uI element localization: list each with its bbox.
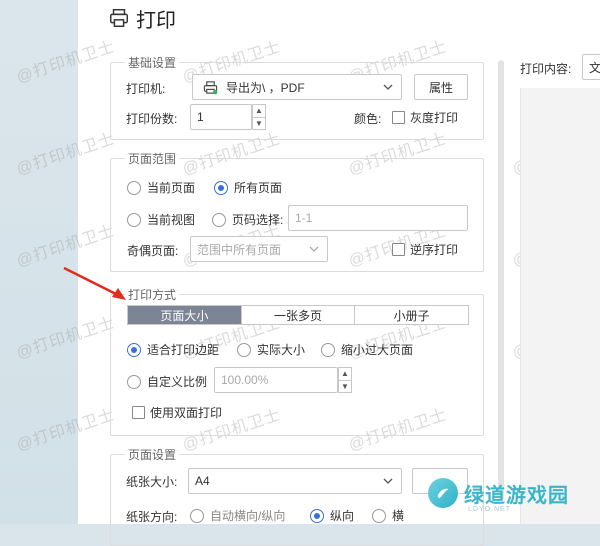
radio-dot[interactable]: [190, 508, 204, 523]
checkbox-box[interactable]: [132, 406, 145, 419]
radio-label: 横: [392, 509, 405, 523]
radio-dot-selected[interactable]: [127, 342, 141, 357]
radio-label: 自定义比例: [147, 375, 208, 389]
radio-auto-orient[interactable]: 自动横向/纵向: [190, 507, 285, 524]
settings-scrollbar[interactable]: [498, 60, 504, 500]
radio-actual-size[interactable]: 实际大小: [237, 341, 305, 358]
radio-all-pages[interactable]: 所有页面: [214, 179, 282, 196]
background-strip: [0, 0, 78, 524]
radio-label: 所有页面: [234, 181, 283, 195]
site-logo: 绿道游戏园 LDYO.NET: [428, 478, 569, 513]
copies-input[interactable]: 1: [190, 104, 252, 130]
radio-dot[interactable]: [127, 180, 141, 195]
paper-size-select[interactable]: A4: [188, 468, 402, 494]
copies-label: 打印份数:: [126, 112, 178, 126]
tab-booklet[interactable]: 小册子: [354, 306, 469, 324]
radio-landscape[interactable]: 横: [372, 507, 404, 524]
radio-dot[interactable]: [321, 342, 335, 357]
grayscale-checkbox[interactable]: 灰度打印: [392, 109, 458, 126]
properties-button[interactable]: 属性: [414, 74, 468, 100]
paper-size-value: A4: [195, 474, 210, 488]
page-select-placeholder: 1-1: [295, 211, 313, 225]
radio-label: 纵向: [330, 509, 355, 523]
tab-page-size[interactable]: 页面大小: [128, 306, 241, 324]
printer-device-icon: [203, 80, 218, 94]
radio-dot-selected[interactable]: [214, 180, 228, 195]
radio-page-select[interactable]: 页码选择:: [212, 211, 283, 228]
odd-even-value: 范围中所有页面: [197, 242, 282, 257]
checkbox-box[interactable]: [392, 111, 405, 124]
radio-current-page[interactable]: 当前页面: [127, 179, 195, 196]
print-content-value: 文: [589, 60, 600, 75]
radio-portrait[interactable]: 纵向: [310, 507, 354, 524]
printer-select[interactable]: 导出为\ ，PDF: [192, 74, 402, 100]
radio-label: 当前页面: [147, 181, 196, 195]
page-range-legend: 页面范围: [128, 152, 177, 166]
annotation-arrow-icon: [63, 266, 126, 300]
stepper-down-icon[interactable]: ▼: [339, 381, 351, 393]
print-mode-legend: 打印方式: [128, 288, 177, 302]
radio-custom-scale[interactable]: 自定义比例: [127, 373, 207, 390]
logo-name: 绿道游戏园: [464, 484, 569, 507]
radio-dot[interactable]: [212, 212, 226, 227]
chevron-down-icon: [309, 246, 319, 252]
printer-icon: [110, 9, 128, 27]
radio-label: 实际大小: [257, 343, 306, 357]
radio-label: 缩小过大页面: [341, 343, 414, 357]
dialog-title-text: 打印: [136, 9, 176, 32]
checkbox-box[interactable]: [392, 243, 405, 256]
print-content-label: 打印内容:: [520, 62, 572, 76]
reverse-print-checkbox[interactable]: 逆序打印: [392, 241, 458, 258]
logo-mark-icon: [428, 478, 458, 508]
printer-select-value: 导出为\ ，PDF: [226, 80, 305, 95]
radio-label: 当前视图: [147, 213, 196, 227]
radio-dot[interactable]: [372, 508, 386, 523]
stepper-up-icon[interactable]: ▲: [339, 368, 351, 381]
radio-label: 自动横向/纵向: [210, 509, 286, 523]
chevron-down-icon: [383, 84, 393, 90]
print-content-select[interactable]: 文: [582, 54, 600, 80]
color-label: 颜色:: [354, 112, 382, 126]
stepper-up-icon[interactable]: ▲: [253, 105, 265, 118]
radio-shrink-large[interactable]: 缩小过大页面: [321, 341, 413, 358]
printer-label: 打印机:: [126, 82, 166, 96]
duplex-label: 使用双面打印: [150, 406, 223, 420]
odd-even-label: 奇偶页面:: [127, 244, 179, 258]
copies-stepper[interactable]: ▲ ▼: [252, 104, 266, 130]
grayscale-label: 灰度打印: [410, 111, 459, 125]
radio-dot-selected[interactable]: [310, 508, 324, 523]
orientation-label: 纸张方向:: [126, 510, 178, 524]
radio-dot[interactable]: [237, 342, 251, 357]
page-setup-legend: 页面设置: [128, 448, 177, 462]
stepper-down-icon[interactable]: ▼: [253, 118, 265, 130]
radio-dot[interactable]: [127, 374, 141, 389]
duplex-checkbox[interactable]: 使用双面打印: [132, 404, 222, 421]
scale-stepper[interactable]: ▲ ▼: [338, 367, 352, 393]
radio-label: 页码选择:: [232, 213, 284, 227]
print-preview-area: [520, 88, 600, 524]
scale-value: 100.00%: [221, 373, 269, 387]
logo-sub: LDYO.NET: [468, 506, 512, 513]
radio-dot[interactable]: [127, 212, 141, 227]
print-mode-tabs: 页面大小 一张多页 小册子: [127, 305, 469, 325]
dialog-title: 打印: [108, 6, 176, 32]
tab-multiple-pages[interactable]: 一张多页: [240, 306, 355, 324]
scale-input[interactable]: 100.00%: [214, 367, 338, 393]
reverse-print-label: 逆序打印: [410, 243, 459, 257]
copies-value: 1: [197, 110, 204, 124]
basic-settings-legend: 基础设置: [128, 56, 177, 70]
radio-current-view[interactable]: 当前视图: [127, 211, 195, 228]
paper-size-label: 纸张大小:: [126, 475, 178, 489]
chevron-down-icon: [383, 478, 393, 484]
radio-label: 适合打印边距: [147, 343, 220, 357]
radio-fit-margin[interactable]: 适合打印边距: [127, 341, 219, 358]
odd-even-select[interactable]: 范围中所有页面: [190, 236, 328, 262]
page-select-input[interactable]: 1-1: [288, 205, 468, 231]
